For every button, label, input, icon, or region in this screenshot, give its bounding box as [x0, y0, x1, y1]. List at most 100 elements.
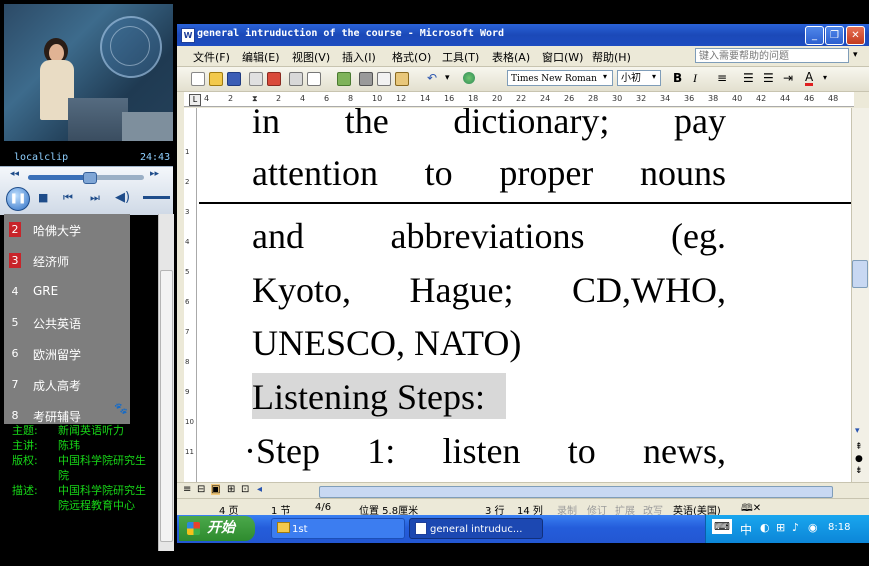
playlist-item[interactable]: 5 公共英语 — [4, 307, 130, 338]
info-key: 版权: — [12, 454, 38, 467]
reading-view-icon[interactable]: ⊡ — [241, 484, 249, 495]
volume-icon[interactable]: ◀) — [115, 190, 130, 205]
scroll-down-icon[interactable]: ▾ — [855, 426, 860, 436]
vertical-ruler[interactable]: 1 2 3 4 5 6 7 8 9 10 11 — [184, 108, 197, 482]
menu-insert[interactable]: 插入(I) — [342, 49, 376, 65]
next-page-icon[interactable]: ⇟ — [855, 466, 863, 476]
title-bar[interactable]: W general intruduction of the course - M… — [177, 24, 869, 46]
permission-icon[interactable] — [249, 72, 263, 86]
font-name-dropdown-icon[interactable]: ▾ — [603, 72, 607, 81]
doc-line[interactable]: Kyoto, Hague; CD,WHO, — [252, 269, 726, 311]
volume-slider[interactable] — [143, 196, 170, 199]
menu-format[interactable]: 格式(O) — [392, 49, 431, 65]
playlist-item[interactable]: 7 成人高考 — [4, 369, 130, 400]
font-size-dropdown-icon[interactable]: ▾ — [652, 72, 656, 81]
menu-table[interactable]: 表格(A) — [492, 49, 530, 65]
info-key: 描述: — [12, 484, 38, 497]
undo-dropdown-icon[interactable]: ▾ — [445, 73, 450, 83]
info-value: 中国科学院研究生院远程教育中心 — [58, 484, 146, 512]
web-view-icon[interactable]: ⊟ — [197, 484, 205, 495]
video-frame[interactable] — [4, 4, 173, 141]
font-color-dropdown-icon[interactable]: ▾ — [823, 73, 827, 82]
menu-tools[interactable]: 工具(T) — [442, 49, 479, 65]
normal-view-icon[interactable]: ≡ — [183, 484, 191, 495]
ime-indicator-icon[interactable]: ⌨ — [712, 519, 732, 534]
paste-icon[interactable] — [395, 72, 409, 86]
next-track-icon[interactable]: ⏭ — [90, 191, 100, 205]
tab-selector[interactable]: L — [189, 94, 201, 106]
network-icon[interactable]: ⊞ — [776, 521, 785, 534]
undo-icon[interactable]: ↶ — [427, 71, 437, 85]
menu-help[interactable]: 帮助(H) — [592, 49, 631, 65]
align-center-icon[interactable]: ≡ — [717, 71, 727, 85]
copy-icon[interactable] — [377, 72, 391, 86]
security-icon[interactable]: ◉ — [808, 521, 818, 534]
italic-button[interactable]: I — [693, 71, 697, 86]
cut-icon[interactable] — [359, 72, 373, 86]
doc-line[interactable]: UNESCO, NATO) — [252, 322, 726, 364]
minimize-button[interactable]: _ — [805, 26, 824, 45]
indent-marker[interactable]: ⧗ — [252, 94, 258, 104]
tray-icon[interactable]: ◐ — [760, 521, 770, 534]
print-view-icon[interactable]: ▣ — [211, 484, 221, 495]
vertical-scrollbar[interactable] — [851, 108, 869, 482]
spelling-icon[interactable] — [337, 72, 351, 86]
horizontal-ruler[interactable]: L 4 2 ⧗ 2 4 6 8 10 12 14 16 18 20 22 24 … — [184, 92, 854, 107]
close-button[interactable]: ✕ — [846, 26, 865, 45]
seek-handle[interactable] — [83, 172, 97, 184]
bold-button[interactable]: B — [673, 71, 682, 85]
save-icon[interactable] — [227, 72, 241, 86]
outline-view-icon[interactable]: ⊞ — [227, 484, 235, 495]
menu-edit[interactable]: 编辑(E) — [242, 49, 280, 65]
doc-line[interactable]: and abbreviations (eg. — [252, 215, 726, 257]
print-icon[interactable] — [289, 72, 303, 86]
taskbar-item-word[interactable]: general intruduc... — [409, 518, 543, 539]
ruler-mark: 32 — [636, 94, 647, 103]
rewind-icon[interactable]: ◂◂ — [10, 169, 19, 179]
ruler-mark: 10 — [372, 94, 383, 103]
menu-view[interactable]: 视图(V) — [292, 49, 330, 65]
horizontal-scroll-thumb[interactable] — [319, 486, 833, 498]
previous-page-icon[interactable]: ⇞ — [855, 442, 863, 452]
taskbar-item-folder[interactable]: 1st — [271, 518, 405, 539]
speaker-icon[interactable]: ♪ — [792, 521, 799, 534]
stop-icon[interactable]: ■ — [38, 191, 48, 204]
ime-mode[interactable]: 中 — [740, 521, 752, 538]
doc-line[interactable]: in the dictionary; pay — [252, 108, 726, 142]
pause-button[interactable]: ❚❚ — [6, 187, 30, 211]
previous-track-icon[interactable]: ⏮ — [63, 191, 73, 205]
vertical-scroll-thumb[interactable] — [852, 260, 868, 288]
word-app-icon[interactable]: W — [181, 28, 195, 43]
doc-line[interactable]: attention to proper nouns — [252, 152, 726, 194]
email-icon[interactable] — [267, 72, 281, 86]
numbering-icon[interactable]: ☰ — [743, 71, 754, 85]
font-name-select[interactable]: Times New Roman — [507, 70, 613, 86]
menu-window[interactable]: 窗口(W) — [542, 49, 583, 65]
doc-line-heading[interactable]: Listening Steps: — [252, 376, 726, 418]
hyperlink-icon[interactable] — [463, 72, 475, 84]
menu-file[interactable]: 文件(F) — [193, 49, 230, 65]
ruler-mark: 2 — [228, 94, 234, 103]
font-color-icon[interactable]: A — [805, 71, 814, 86]
help-search-input[interactable]: 键入需要帮助的问题 — [695, 48, 849, 63]
playlist-item-label: 经济师 — [33, 255, 70, 269]
print-preview-icon[interactable] — [307, 72, 321, 86]
playlist-item[interactable]: 3 经济师 — [4, 245, 130, 276]
playlist-item[interactable]: 6 欧洲留学 — [4, 338, 130, 369]
bullets-icon[interactable]: ☰ — [763, 71, 774, 85]
scroll-left-icon[interactable]: ◂ — [257, 484, 262, 495]
playlist-item[interactable]: 2 哈佛大学 — [4, 214, 130, 245]
playlist-item[interactable]: 4 GRE — [4, 276, 130, 307]
help-dropdown-icon[interactable]: ▾ — [853, 50, 858, 60]
indent-icon[interactable]: ⇥ — [783, 71, 793, 85]
playlist-scroll-thumb[interactable] — [160, 270, 173, 542]
restore-button[interactable]: ❐ — [825, 26, 844, 45]
doc-line[interactable]: ·Step 1: listen to news, — [244, 430, 726, 472]
ruler-mark: 36 — [684, 94, 695, 103]
document-page[interactable]: in the dictionary; pay attention to prop… — [197, 108, 851, 482]
browse-object-icon[interactable]: ● — [855, 454, 863, 464]
new-document-icon[interactable] — [191, 72, 205, 86]
forward-icon[interactable]: ▸▸ — [150, 169, 159, 179]
clock[interactable]: 8:18 — [828, 522, 850, 533]
open-icon[interactable] — [209, 72, 223, 86]
